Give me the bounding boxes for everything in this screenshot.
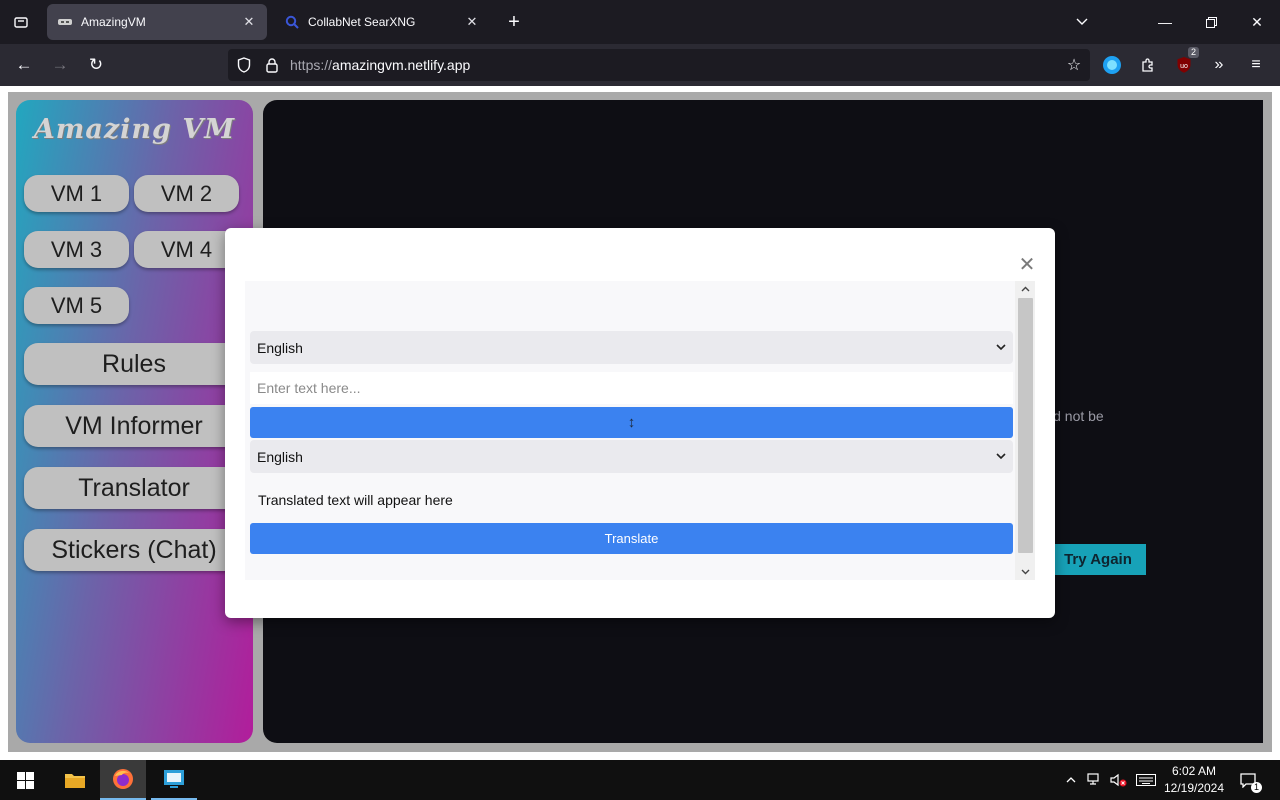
- svg-text:uo: uo: [1180, 63, 1188, 70]
- windows-taskbar: 6:02 AM 12/19/2024 1: [0, 760, 1280, 800]
- notification-center-icon[interactable]: 1: [1236, 768, 1262, 793]
- vm-3-button[interactable]: VM 3: [24, 231, 129, 268]
- new-tab-icon[interactable]: +: [500, 8, 528, 36]
- forward-arrow-icon[interactable]: →: [46, 51, 74, 79]
- stickers-chat-button[interactable]: Stickers (Chat): [24, 529, 244, 571]
- source-language-value: English: [257, 339, 303, 356]
- sidebar: Amazing VM VM 1 VM 2 VM 3 VM 4 VM 5 Rule…: [16, 100, 253, 743]
- restore-icon[interactable]: [1197, 8, 1225, 36]
- app-logo: Amazing VM: [33, 114, 236, 145]
- shield-icon[interactable]: [234, 55, 254, 75]
- rules-button[interactable]: Rules: [24, 343, 244, 385]
- url-text[interactable]: https://amazingvm.netlify.app: [290, 57, 470, 73]
- hamburger-menu-icon[interactable]: ≡: [1244, 53, 1268, 77]
- chevron-down-icon[interactable]: [1068, 8, 1096, 36]
- tab-title: AmazingVM: [81, 15, 146, 29]
- close-tab-icon[interactable]: ✕: [464, 14, 480, 30]
- frame-scrollbar[interactable]: [1015, 281, 1035, 580]
- navigation-bar: ← → ↻ https://amazingvm.netlify.app ☆ uo…: [0, 44, 1280, 86]
- vm-1-button[interactable]: VM 1: [24, 175, 129, 212]
- browser-tab-bar: AmazingVM ✕ CollabNet SearXNG ✕ + — ✕: [0, 0, 1280, 44]
- windows-start-icon[interactable]: [2, 760, 48, 800]
- scroll-thumb[interactable]: [1018, 298, 1033, 553]
- page-viewport: Amazing VM VM 1 VM 2 VM 3 VM 4 VM 5 Rule…: [0, 86, 1280, 760]
- amazingvm-favicon-icon: [57, 14, 73, 30]
- volume-muted-icon[interactable]: [1108, 760, 1130, 800]
- close-icon[interactable]: ✕: [1017, 254, 1037, 276]
- scroll-down-icon[interactable]: [1015, 564, 1035, 580]
- extensions-puzzle-icon[interactable]: [1136, 53, 1160, 77]
- translator-modal: ✕ English ↕ English Translated text will…: [225, 228, 1055, 618]
- translated-output: Translated text will appear here: [258, 492, 453, 508]
- url-bar[interactable]: https://amazingvm.netlify.app ☆: [228, 49, 1090, 81]
- source-language-select[interactable]: English: [250, 331, 1013, 364]
- tab-list-icon[interactable]: [0, 0, 42, 44]
- close-window-icon[interactable]: ✕: [1243, 8, 1271, 36]
- network-icon[interactable]: [1084, 760, 1106, 800]
- notification-count: 1: [1250, 782, 1262, 793]
- tab-searxng[interactable]: CollabNet SearXNG ✕: [274, 4, 490, 40]
- translator-button[interactable]: Translator: [24, 467, 244, 509]
- swap-cursor-icon: ↕: [627, 414, 636, 431]
- url-host: amazingvm.netlify.app: [332, 57, 471, 73]
- system-clock[interactable]: 6:02 AM 12/19/2024: [1156, 763, 1232, 797]
- extension-globe-icon[interactable]: [1100, 53, 1124, 77]
- clock-date: 12/19/2024: [1163, 781, 1225, 795]
- scroll-up-icon[interactable]: [1015, 281, 1035, 297]
- translate-button[interactable]: Translate: [250, 523, 1013, 554]
- remote-desktop-icon[interactable]: [151, 760, 197, 800]
- source-text-input[interactable]: [250, 372, 1013, 404]
- vm-4-button[interactable]: VM 4: [134, 231, 239, 268]
- try-again-button[interactable]: Try Again: [1050, 544, 1146, 575]
- chevron-down-icon: [996, 342, 1006, 354]
- minimize-icon[interactable]: —: [1151, 8, 1179, 36]
- translator-frame: English ↕ English Translated text will a…: [245, 281, 1035, 580]
- clock-time: 6:02 AM: [1171, 764, 1217, 778]
- firefox-icon[interactable]: [100, 760, 146, 800]
- ublock-shield-icon[interactable]: uo 2: [1172, 47, 1199, 77]
- vm-informer-button[interactable]: VM Informer: [24, 405, 244, 447]
- tray-chevron-up-icon[interactable]: [1062, 760, 1080, 800]
- swap-languages-button[interactable]: ↕: [250, 407, 1013, 438]
- target-language-value: English: [257, 448, 303, 465]
- reload-icon[interactable]: ↻: [82, 51, 110, 79]
- target-language-select[interactable]: English: [250, 440, 1013, 473]
- overflow-chevrons-icon[interactable]: »: [1207, 53, 1231, 77]
- bookmark-star-icon[interactable]: ☆: [1064, 55, 1084, 75]
- lock-icon[interactable]: [262, 55, 282, 75]
- back-arrow-icon[interactable]: ←: [10, 51, 38, 79]
- tab-amazingvm[interactable]: AmazingVM ✕: [47, 4, 267, 40]
- close-tab-icon[interactable]: ✕: [241, 14, 257, 30]
- tab-title: CollabNet SearXNG: [308, 15, 416, 29]
- search-icon: [284, 14, 300, 30]
- background-error-message: ld not be: [1050, 408, 1104, 424]
- file-explorer-icon[interactable]: [52, 760, 98, 800]
- url-scheme: https://: [290, 57, 333, 73]
- chevron-down-icon: [996, 451, 1006, 463]
- vm-5-button[interactable]: VM 5: [24, 287, 129, 324]
- vm-2-button[interactable]: VM 2: [134, 175, 239, 212]
- extension-badge: 2: [1187, 47, 1199, 58]
